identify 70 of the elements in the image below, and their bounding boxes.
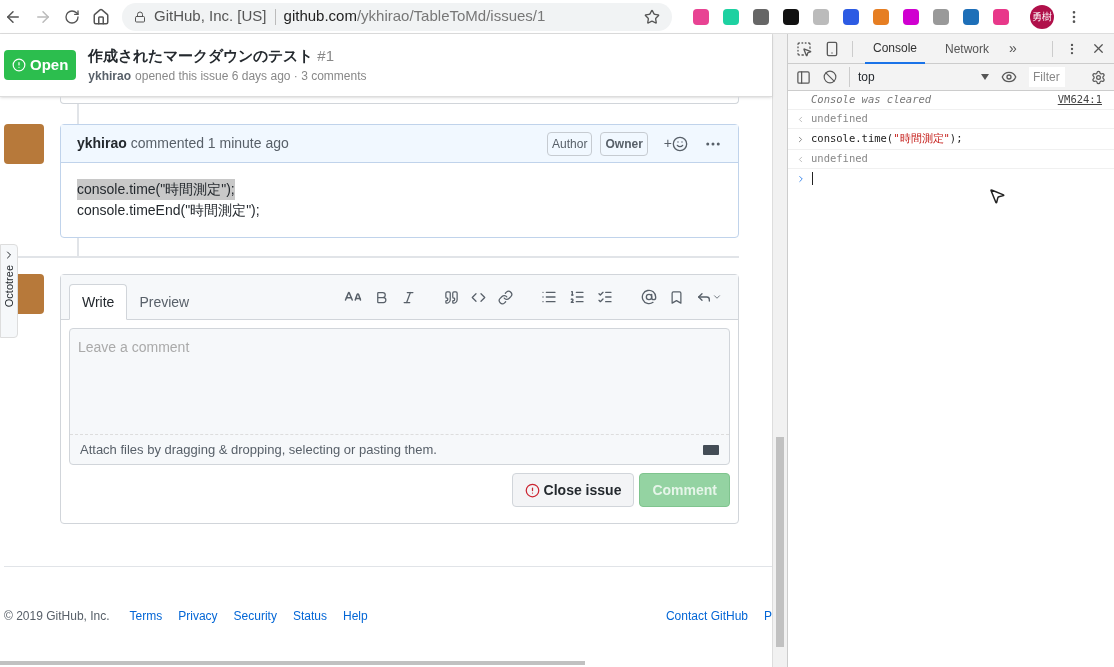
editor-tab[interactable]: Preview — [127, 284, 202, 320]
comment-input[interactable]: Leave a comment Attach files by dragging & dropping, selecting or pasting them. — [69, 328, 730, 465]
site-identity: GitHub, Inc. [US] — [154, 6, 267, 27]
settings-icon[interactable] — [1091, 69, 1106, 85]
reload-icon[interactable] — [64, 8, 80, 25]
footer-link[interactable]: Terms — [129, 607, 163, 625]
task-list-icon[interactable] — [597, 289, 613, 305]
inspect-element-icon[interactable] — [796, 40, 812, 57]
text-cursor — [812, 172, 813, 185]
issue-title: 作成されたマークダウンのテスト — [88, 45, 314, 66]
footer-link[interactable]: Contact GitHub — [665, 607, 748, 625]
bold-icon[interactable] — [374, 289, 389, 305]
attach-hint: Attach files by dragging & dropping, selecting or pasting them. — [80, 440, 437, 459]
comment-author-link[interactable]: ykhirao — [77, 133, 127, 154]
lock-icon — [134, 10, 146, 23]
console-result: undefined — [811, 151, 868, 167]
home-icon[interactable] — [92, 7, 110, 26]
footer-link[interactable]: Help — [342, 607, 368, 625]
issue-state-badge: Open — [4, 49, 77, 81]
editor-tab[interactable]: Write — [69, 284, 128, 320]
issue-open-icon — [12, 58, 26, 72]
close-issue-icon — [524, 482, 540, 498]
horizontal-scrollbar[interactable] — [0, 661, 585, 665]
mention-icon[interactable] — [641, 289, 657, 305]
close-icon[interactable] — [1091, 41, 1106, 56]
quote-icon[interactable] — [444, 289, 459, 305]
source-link[interactable]: VM624:1 — [1057, 92, 1102, 108]
comment-meta: commented 1 minute ago — [130, 134, 289, 153]
bookmark-icon[interactable] — [669, 289, 684, 305]
issue-meta: opened this issue 6 days ago · 3 comments — [135, 68, 367, 86]
footer-link[interactable]: Privacy — [178, 607, 218, 625]
numbered-list-icon[interactable] — [569, 289, 585, 305]
bulleted-list-icon[interactable] — [541, 289, 557, 305]
add-reaction-button[interactable]: + — [663, 133, 688, 154]
close-issue-button[interactable]: Close issue — [511, 473, 635, 507]
issue-number: #1 — [317, 45, 335, 66]
role-label: Owner — [600, 131, 648, 156]
italic-icon[interactable] — [401, 289, 416, 305]
dropdown-arrow-icon — [981, 74, 989, 80]
devtools-tab[interactable]: Network — [937, 33, 998, 64]
console-message: Console was cleared — [811, 92, 932, 108]
context-selector[interactable]: top — [849, 67, 989, 87]
avatar-photo-placeholder — [4, 124, 44, 164]
prompt-icon — [796, 173, 806, 184]
console-command-text: console.time("時間測定"); — [811, 131, 963, 147]
console-result: undefined — [811, 111, 868, 127]
role-label: Author — [547, 131, 593, 156]
markdown-icon — [703, 444, 719, 455]
mouse-pointer-icon — [988, 187, 1006, 205]
octotree-tab[interactable]: Octotree — [0, 244, 18, 338]
address-bar[interactable]: GitHub, Inc. [US] github.com/ykhirao/TableToMd/issues/1 — [122, 2, 672, 31]
comment-textarea[interactable]: Leave a comment — [70, 329, 729, 427]
bookmark-star-icon[interactable] — [644, 8, 660, 25]
footer-link[interactable]: Security — [233, 607, 277, 625]
extension-icon[interactable] — [782, 7, 800, 26]
url-text: github.com/ykhirao/TableToMd/issues/1 — [283, 6, 546, 27]
footer-link[interactable]: P — [764, 607, 772, 625]
live-expression-icon[interactable] — [1001, 69, 1017, 85]
issue-author-link[interactable]: ykhirao — [88, 67, 132, 86]
link-icon[interactable] — [498, 289, 513, 305]
vertical-scrollbar[interactable] — [772, 34, 787, 667]
filter-field[interactable]: Filter — [1029, 67, 1065, 87]
device-toolbar-icon[interactable] — [824, 40, 840, 57]
profile-avatar[interactable]: 勇樹 — [1030, 4, 1054, 29]
comment-text-line: console.timeEnd("時間測定"); — [77, 201, 260, 220]
clear-console-icon[interactable] — [823, 70, 837, 84]
more-tabs-button[interactable]: » — [1009, 38, 1017, 59]
sidebar-toggle-icon[interactable] — [796, 69, 811, 85]
footer-link[interactable]: Status — [292, 607, 327, 625]
copyright: © 2019 GitHub, Inc. — [4, 608, 110, 625]
